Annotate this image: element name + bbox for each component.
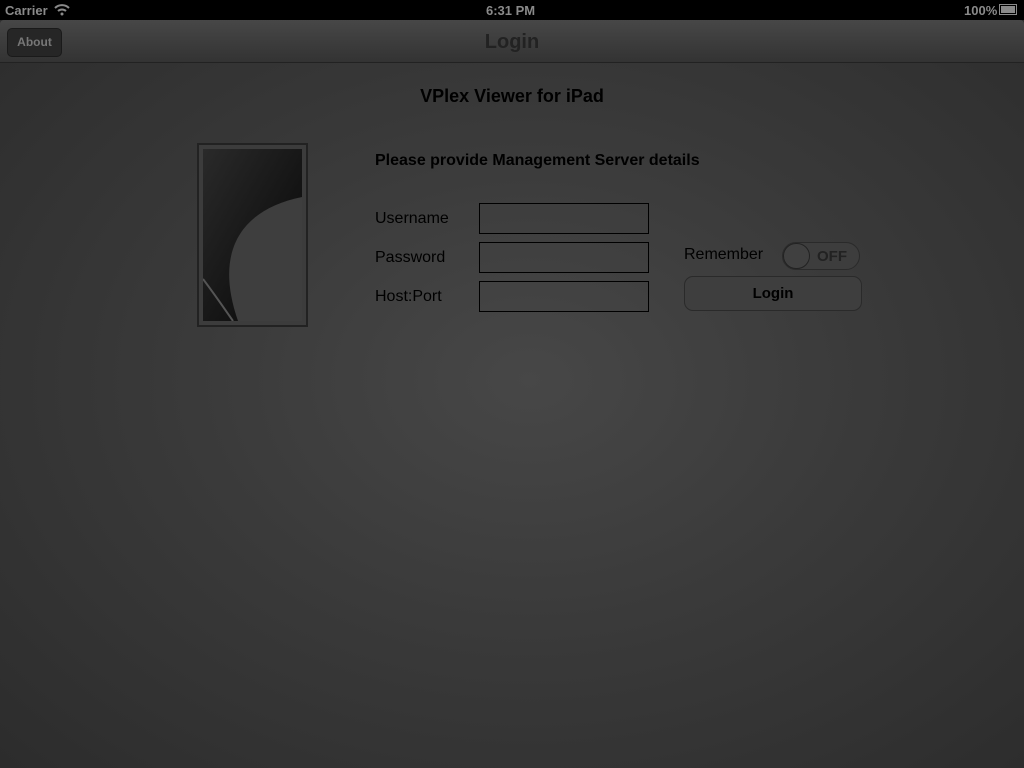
- password-label: Password: [375, 249, 446, 266]
- navigation-bar: About Login: [0, 20, 1024, 63]
- username-input[interactable]: [479, 203, 649, 234]
- app-title: VPlex Viewer for iPad: [420, 86, 604, 106]
- status-bar: Carrier 6:31 PM 100%: [0, 0, 1024, 20]
- toggle-knob: [783, 243, 810, 269]
- hostport-label: Host:Port: [375, 288, 442, 305]
- battery-icon: [999, 4, 1017, 15]
- form-heading: Please provide Management Server details: [375, 152, 700, 169]
- page-title: Login: [484, 31, 540, 53]
- carrier-label: Carrier: [5, 3, 48, 18]
- battery-label: 100%: [964, 3, 998, 18]
- wifi-icon: [54, 4, 70, 16]
- remember-toggle[interactable]: OFF: [782, 242, 860, 270]
- toggle-state: OFF: [817, 248, 847, 265]
- password-input[interactable]: [479, 242, 649, 273]
- time-label: 6:31 PM: [486, 3, 536, 18]
- username-label: Username: [375, 210, 449, 227]
- app-logo: [197, 143, 308, 327]
- hostport-input[interactable]: [479, 281, 649, 312]
- login-button[interactable]: Login: [684, 276, 862, 311]
- remember-label: Remember: [684, 246, 764, 263]
